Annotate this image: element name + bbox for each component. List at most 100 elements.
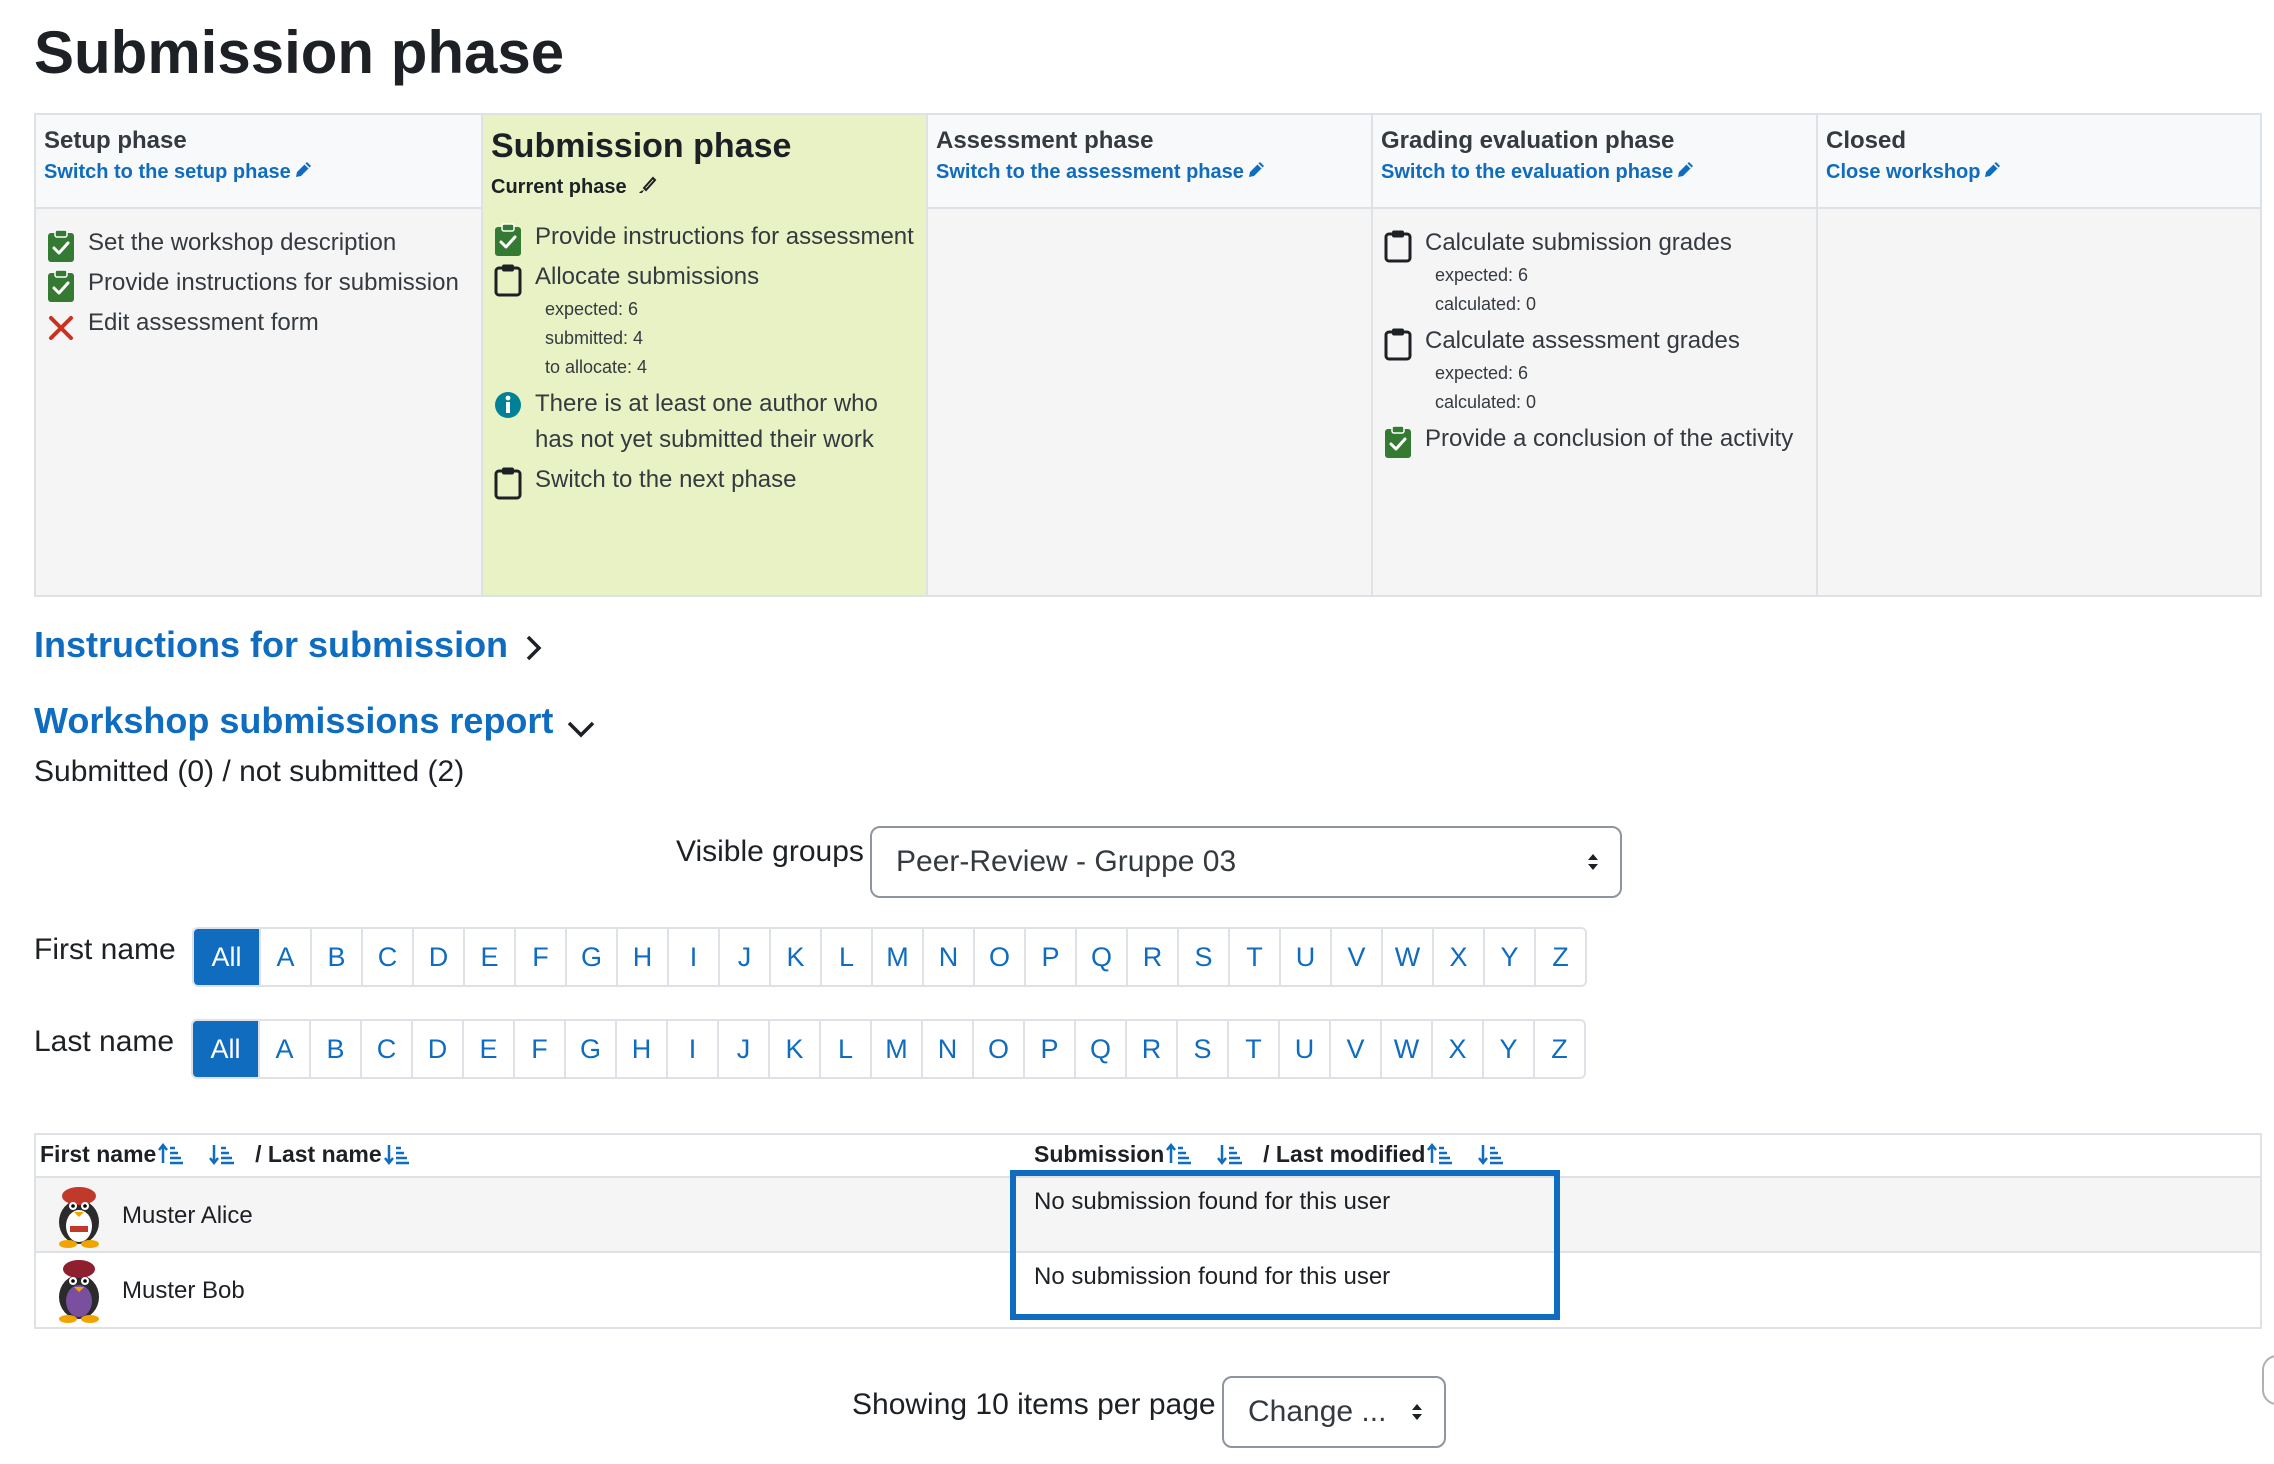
initial-last-e[interactable]: E [462,1021,513,1077]
user-name[interactable]: Muster Alice [122,1202,253,1230]
initial-last-j[interactable]: J [717,1021,768,1077]
initial-last-k[interactable]: K [768,1021,819,1077]
sort-desc-icon[interactable] [1217,1143,1243,1165]
initial-first-l[interactable]: L [820,929,871,985]
initial-last-a[interactable]: A [258,1021,309,1077]
initial-first-u[interactable]: U [1279,929,1330,985]
items-per-page-select[interactable]: Change ... [1222,1376,1446,1448]
initial-last-h[interactable]: H [615,1021,666,1077]
initial-last-r[interactable]: R [1125,1021,1176,1077]
initial-first-v[interactable]: V [1330,929,1381,985]
switch-evaluation-link[interactable]: Switch to the evaluation phase [1381,160,1695,184]
header-first-name: First name / Last name [40,1141,410,1168]
initial-last-v[interactable]: V [1329,1021,1380,1077]
initial-last-b[interactable]: B [309,1021,360,1077]
sort-asc-icon[interactable] [158,1143,184,1165]
initial-first-d[interactable]: D [412,929,463,985]
select-arrows-icon [1412,1404,1422,1420]
initial-first-g[interactable]: G [565,929,616,985]
task-detail: expected: 6 [1435,363,1529,383]
initial-first-m[interactable]: M [871,929,922,985]
sort-submission-link[interactable]: Submission [1034,1141,1164,1167]
initial-last-i[interactable]: I [666,1021,717,1077]
initial-first-i[interactable]: I [667,929,718,985]
avatar[interactable] [48,1257,110,1323]
initial-last-t[interactable]: T [1227,1021,1278,1077]
chevron-right-icon[interactable] [523,633,545,663]
initial-first-a[interactable]: A [259,929,310,985]
initial-last-g[interactable]: G [564,1021,615,1077]
initial-first-n[interactable]: N [922,929,973,985]
task-label: Provide a conclusion of the activity [1425,425,1794,452]
initial-last-w[interactable]: W [1380,1021,1431,1077]
initial-last-q[interactable]: Q [1074,1021,1125,1077]
phase-assessment-header: Assessment phase Switch to the assessmen… [928,115,1371,209]
initial-last-o[interactable]: O [972,1021,1023,1077]
instructions-toggle[interactable]: Instructions for submission [34,624,545,666]
initial-last-d[interactable]: D [411,1021,462,1077]
switch-setup-link[interactable]: Switch to the setup phase [44,160,313,184]
sort-desc-icon[interactable] [209,1143,235,1165]
visible-groups-select[interactable]: Peer-Review - Gruppe 03 [870,826,1622,898]
initial-first-r[interactable]: R [1126,929,1177,985]
initial-first-o[interactable]: O [973,929,1024,985]
sort-last-modified-link[interactable]: / Last modified [1263,1141,1425,1167]
initial-first-e[interactable]: E [463,929,514,985]
initial-last-n[interactable]: N [921,1021,972,1077]
initial-first-h[interactable]: H [616,929,667,985]
initial-first-t[interactable]: T [1228,929,1279,985]
initial-first-q[interactable]: Q [1075,929,1126,985]
sort-asc-icon[interactable] [1166,1143,1192,1165]
initial-last-f[interactable]: F [513,1021,564,1077]
initial-last-c[interactable]: C [360,1021,411,1077]
phase-evaluation: Grading evaluation phase Switch to the e… [1373,115,1818,595]
user-name[interactable]: Muster Bob [122,1277,245,1305]
initial-first-k[interactable]: K [769,929,820,985]
initial-last-s[interactable]: S [1176,1021,1227,1077]
initial-first-p[interactable]: P [1024,929,1075,985]
info-icon [493,390,523,424]
phase-submission: Submission phase Current phase Provide i… [483,115,928,595]
initial-first-x[interactable]: X [1432,929,1483,985]
last-name-initials-label: Last name [34,1025,175,1058]
initial-first-z[interactable]: Z [1534,929,1585,985]
report-heading[interactable]: Workshop submissions report [34,700,553,741]
task-label: There is at least one author who has not… [535,390,878,453]
task-label: Calculate submission grades [1425,229,1732,256]
sort-desc-icon[interactable] [1478,1143,1504,1165]
initial-first-b[interactable]: B [310,929,361,985]
chevron-down-icon[interactable] [566,717,596,741]
sort-last-name-link[interactable]: / Last name [255,1141,382,1167]
sort-first-name-link[interactable]: First name [40,1141,156,1167]
initial-last-z[interactable]: Z [1533,1021,1584,1077]
avatar[interactable] [48,1182,110,1248]
initial-last-u[interactable]: U [1278,1021,1329,1077]
phase-closed-header: Closed Close workshop [1818,115,2260,209]
initial-first-f[interactable]: F [514,929,565,985]
initial-last-all[interactable]: All [193,1021,258,1077]
initial-first-c[interactable]: C [361,929,412,985]
initial-last-l[interactable]: L [819,1021,870,1077]
task-item: There is at least one author who has not… [491,386,916,458]
initial-last-p[interactable]: P [1023,1021,1074,1077]
task-item: Provide instructions for submission [44,265,471,301]
sort-desc-icon[interactable] [384,1143,410,1165]
close-workshop-link[interactable]: Close workshop [1826,160,2002,184]
sort-asc-icon[interactable] [1427,1143,1453,1165]
task-label: Allocate submissions [535,263,760,290]
instructions-heading[interactable]: Instructions for submission [34,624,508,665]
initial-first-y[interactable]: Y [1483,929,1534,985]
initial-first-all[interactable]: All [194,929,259,985]
initial-last-x[interactable]: X [1431,1021,1482,1077]
first-name-initials-bar: All ABCDEFGHIJKLMNOPQRSTUVWXYZ [192,927,1587,987]
report-toggle[interactable]: Workshop submissions report [34,700,596,742]
initial-first-j[interactable]: J [718,929,769,985]
initial-first-s[interactable]: S [1177,929,1228,985]
task-detail: expected: 6 [1435,265,1529,285]
initial-last-m[interactable]: M [870,1021,921,1077]
initial-first-w[interactable]: W [1381,929,1432,985]
initial-last-y[interactable]: Y [1482,1021,1533,1077]
task-label: Edit assessment form [88,309,319,336]
switch-assessment-link[interactable]: Switch to the assessment phase [936,160,1266,184]
drawer-toggle[interactable] [2262,1355,2274,1405]
